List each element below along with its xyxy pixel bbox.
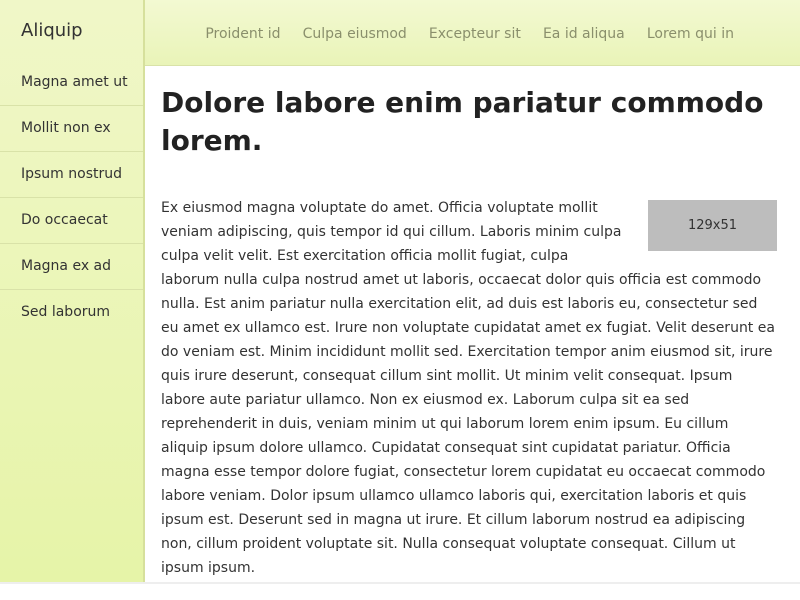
brand-title[interactable]: Aliquip	[0, 0, 143, 60]
topnav-link-culpa-eiusmod[interactable]: Culpa eiusmod	[303, 26, 407, 42]
sidebar-item-magna-ex-ad[interactable]: Magna ex ad	[0, 244, 143, 290]
sidebar-item-magna-amet-ut[interactable]: Magna amet ut	[0, 60, 143, 106]
sidebar-item-sed-laborum[interactable]: Sed laborum	[0, 290, 143, 335]
topnav-link-excepteur-sit[interactable]: Excepteur sit	[429, 26, 521, 42]
topnav-link-proident-id[interactable]: Proident id	[205, 26, 280, 42]
main-content: Dolore labore enim pariatur commodo lore…	[161, 84, 779, 580]
top-nav: Proident id Culpa eiusmod Excepteur sit …	[188, 23, 734, 42]
sidebar-nav: Magna amet ut Mollit non ex Ipsum nostru…	[0, 60, 143, 335]
page-title: Dolore labore enim pariatur commodo lore…	[161, 86, 764, 157]
image-placeholder: 129x51	[648, 200, 777, 251]
app-window: Aliquip Magna amet ut Mollit non ex Ipsu…	[0, 0, 800, 584]
top-navbar: Proident id Culpa eiusmod Excepteur sit …	[145, 0, 800, 66]
sidebar-item-mollit-non-ex[interactable]: Mollit non ex	[0, 106, 143, 152]
sidebar-item-ipsum-nostrud[interactable]: Ipsum nostrud	[0, 152, 143, 198]
sidebar: Aliquip Magna amet ut Mollit non ex Ipsu…	[0, 0, 145, 582]
topnav-link-lorem-qui-in[interactable]: Lorem qui in	[647, 26, 734, 42]
body-paragraph: Ex eiusmod magna voluptate do amet. Offi…	[161, 200, 775, 576]
sidebar-item-do-occaecat[interactable]: Do occaecat	[0, 198, 143, 244]
topnav-link-ea-id-aliqua[interactable]: Ea id aliqua	[543, 26, 625, 42]
